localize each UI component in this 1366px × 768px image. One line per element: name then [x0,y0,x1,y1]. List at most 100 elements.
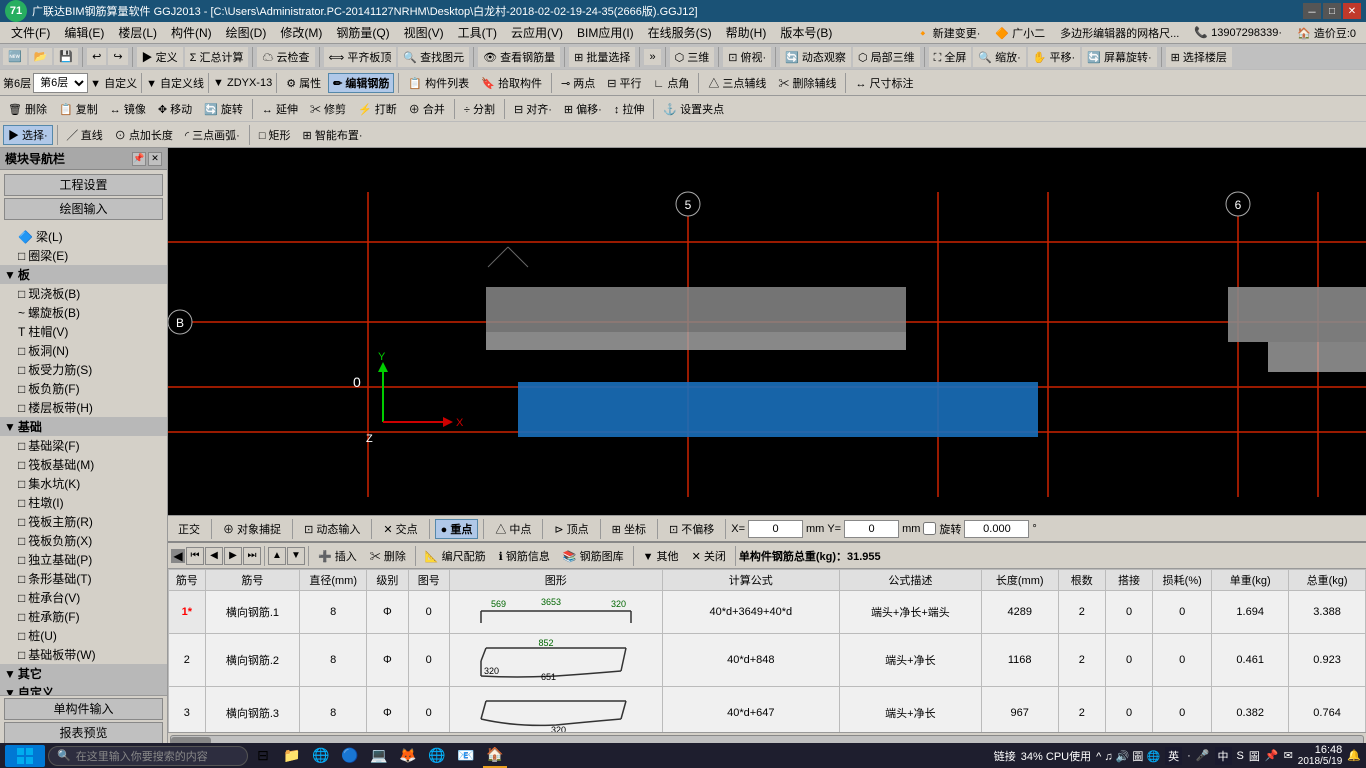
nav-first-btn[interactable]: ⏮ [186,547,204,565]
more-btn[interactable]: » [644,49,660,65]
no-offset-btn[interactable]: ⊡ 不偏移 [663,519,720,539]
start-button[interactable] [5,745,45,767]
layer-select[interactable]: 第6层 [33,73,88,93]
flatten-btn[interactable]: ⟺ 平齐板顶 [324,47,397,67]
single-input-btn[interactable]: 单构件输入 [4,698,163,720]
new-btn[interactable]: 🆕 [3,48,27,65]
cloud-check-btn[interactable]: ☁ 云检查 [257,47,314,67]
mirror-btn[interactable]: ↔ 镜像 [105,99,151,119]
normal-mode-btn[interactable]: 正交 [172,519,206,539]
edit-rebar-btn[interactable]: ✏ 编辑钢筋 [328,73,394,93]
cad-canvas[interactable]: 5 6 B 0 Y X [168,148,1366,541]
table-row[interactable]: 2 横向钢筋.2 8 Φ 0 [169,634,1366,687]
tree-item-fabanfj[interactable]: □ 筏板负筋(X) [0,531,167,550]
undo-btn[interactable]: ↩ [87,48,106,65]
intersect-snap-btn[interactable]: ✕ 交点 [377,519,423,539]
tree-item-zhum[interactable]: T 柱帽(V) [0,322,167,341]
taskbar-mail[interactable]: 📧 [454,744,478,768]
rebar-library-btn[interactable]: 📚 钢筋图库 [557,546,630,566]
dynamic-input-btn[interactable]: ⊡ 动态输入 [298,519,366,539]
redo-btn[interactable]: ↪ [108,48,127,65]
taskbar-browser1[interactable]: 🌐 [309,744,333,768]
nav-down-btn[interactable]: ▼ [287,547,305,565]
taskbar-notification-btn[interactable]: 🔔 [1347,749,1361,762]
menu-edit[interactable]: 编辑(E) [58,22,110,43]
other-btn[interactable]: ▼ 其他 [637,546,685,566]
nav-up-btn[interactable]: ▲ [268,547,286,565]
nav-next-btn[interactable]: ▶ [224,547,242,565]
coord-snap-btn[interactable]: ⊞ 坐标 [606,519,652,539]
top-snap-btn[interactable]: ⊳ 顶点 [548,519,594,539]
menu-help[interactable]: 帮助(H) [720,22,773,43]
menu-version[interactable]: 版本号(B) [774,22,838,43]
tree-item-zhudun[interactable]: □ 柱墩(I) [0,493,167,512]
break-btn[interactable]: ⚡ 打断 [353,99,402,119]
rebar-close-btn[interactable]: ✕ 关闭 [686,546,732,566]
menu-view[interactable]: 视图(V) [398,22,450,43]
calc-btn[interactable]: Σ 汇总计算 [185,47,249,67]
tree-item-zhuang[interactable]: □ 桩(U) [0,626,167,645]
taskbar-gfd-app[interactable]: 🏠 [483,744,507,768]
view-rebar-btn[interactable]: 👁 查看钢筋量 [478,47,560,67]
taskbar-task-view[interactable]: ⊟ [251,744,275,768]
align-btn[interactable]: ⊟ 对齐· [509,99,557,119]
local3d-btn[interactable]: ⬡ 局部三维 [853,47,920,67]
rotate-input[interactable] [964,520,1029,538]
arc-btn[interactable]: ◜ 三点画弧· [180,125,245,145]
menu-rebar-qty[interactable]: 钢筋量(Q) [330,22,395,43]
set-anchor-btn[interactable]: ⚓ 设置夹点 [658,99,729,119]
extend-btn[interactable]: ↔ 延伸 [257,99,303,119]
taskbar-ime-cn[interactable]: 中 [1215,747,1232,765]
define-btn[interactable]: ▶ 定义 [137,47,183,67]
close-button[interactable]: ✕ [1343,3,1361,19]
minimize-button[interactable]: － [1303,3,1321,19]
delete-btn[interactable]: 🗑 删除 [3,99,52,119]
dynamic-view-btn[interactable]: 🔄 动态观察 [780,47,851,67]
insert-rebar-btn[interactable]: ➕ 插入 [312,546,363,566]
tree-group-zidingyi[interactable]: ▼ 自定义 [0,683,167,695]
taskbar-computer[interactable]: 💻 [367,744,391,768]
copy-btn[interactable]: 📋 复制 [54,99,103,119]
two-points-btn[interactable]: ⊸ 两点 [556,73,600,93]
pan-btn[interactable]: ✋ 平移· [1028,47,1080,67]
taskbar-ime-s[interactable]: S [1237,750,1244,762]
offset-btn[interactable]: ⊞ 偏移· [559,99,607,119]
batch-select-btn[interactable]: ⊞ 批量选择 [569,47,635,67]
y-input[interactable] [844,520,899,538]
tree-group-ban[interactable]: ▼ 板 [0,265,167,284]
obj-snap-btn[interactable]: ⊕ 对象捕捉 [217,519,287,539]
taskbar-pin[interactable]: 📌 [1265,749,1279,762]
taskbar-ime[interactable]: 英 [1165,747,1182,765]
tree-item-banfujin[interactable]: □ 板负筋(F) [0,379,167,398]
tree-item-jcliang[interactable]: □ 基础梁(F) [0,436,167,455]
mid-snap-btn[interactable]: ● 重点 [435,519,479,539]
panel-close-btn[interactable]: ✕ [148,152,162,166]
nav-prev-btn[interactable]: ◀ [205,547,223,565]
menu-file[interactable]: 文件(F) [5,22,56,43]
multieditor-btn[interactable]: 多边形编辑器的网格尺... [1055,23,1184,43]
taskbar-ime2[interactable]: · [1187,750,1191,762]
top-view-btn[interactable]: ⊡ 俯视· [723,47,771,67]
del-aux-btn[interactable]: ✂ 删除辅线 [773,73,841,93]
menu-draw[interactable]: 绘图(D) [220,22,273,43]
tree-item-txjc[interactable]: □ 条形基础(T) [0,569,167,588]
find-elem-btn[interactable]: 🔍 查找图元 [398,47,469,67]
menu-bim[interactable]: BIM应用(I) [571,22,640,43]
tree-item-fabanzj[interactable]: □ 筏板主筋(R) [0,512,167,531]
panel-pin-btn[interactable]: 📌 [132,152,146,166]
tree-item-loudaibandai[interactable]: □ 楼层板带(H) [0,398,167,417]
menu-floor[interactable]: 楼层(L) [112,22,163,43]
menu-component[interactable]: 构件(N) [165,22,218,43]
component-list-btn[interactable]: 📋 构件列表 [403,73,474,93]
line-btn[interactable]: ╱ 直线 [62,125,108,145]
taskbar-ie[interactable]: 🔵 [338,744,362,768]
properties-btn[interactable]: ⚙ 属性 [281,73,326,93]
fullscreen-btn[interactable]: ⛶ 全屏 [929,47,972,67]
tree-item-liang[interactable]: 🔷 梁(L) [0,227,167,246]
select-floor-btn[interactable]: ⊞ 选择楼层 [1166,47,1232,67]
menu-cloud[interactable]: 云应用(V) [505,22,569,43]
merge-btn[interactable]: ⊕ 合并 [404,99,450,119]
stretch-btn[interactable]: ↕ 拉伸 [609,99,650,119]
menu-modify[interactable]: 修改(M) [274,22,328,43]
delete-rebar-btn[interactable]: ✂ 删除 [364,546,412,566]
